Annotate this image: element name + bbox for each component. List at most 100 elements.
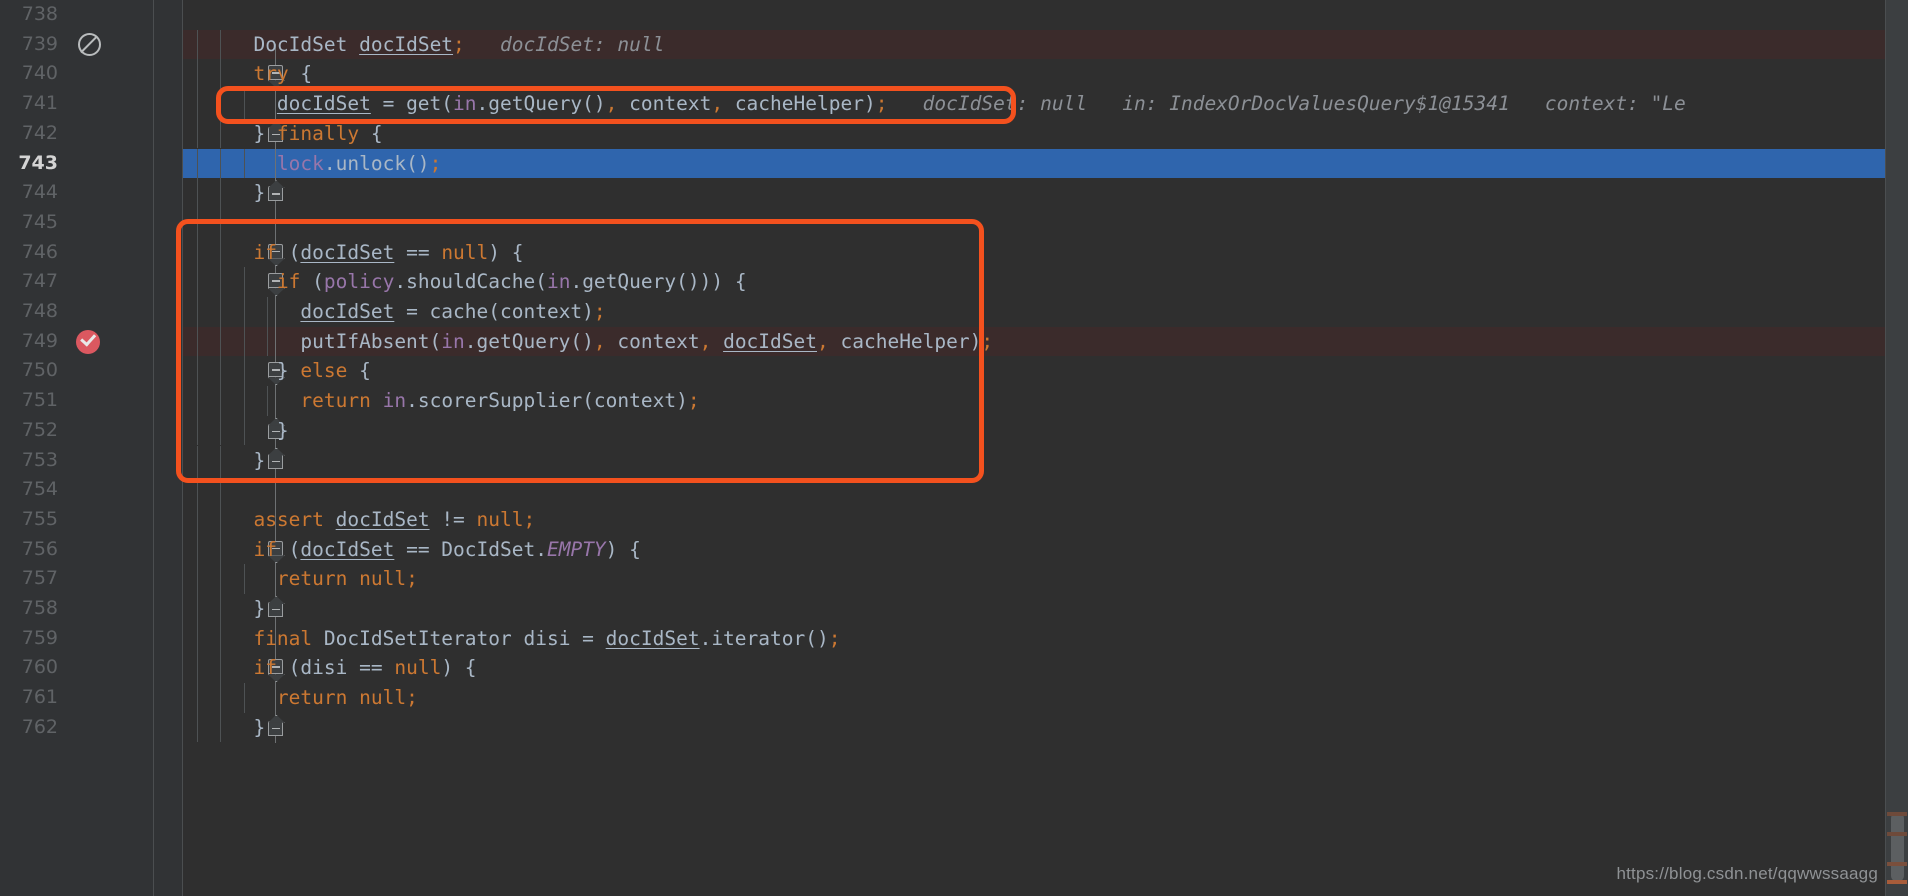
line-number: 739 <box>21 32 58 55</box>
code-line[interactable]: 747 if (policy.shouldCache(in.getQuery()… <box>0 267 1908 297</box>
line-text[interactable]: docIdSet = cache(context); <box>183 297 605 327</box>
vertical-scrollbar[interactable] <box>1886 0 1908 896</box>
line-text[interactable]: docIdSet = get(in.getQuery(), context, c… <box>183 89 1686 119</box>
code-line[interactable]: 756 if (docIdSet == DocIdSet.EMPTY) { <box>0 534 1908 565</box>
line-text[interactable]: } <box>183 446 265 476</box>
code-token-loc: docIdSet <box>276 92 371 116</box>
code-line[interactable]: 757 return null; <box>0 564 1908 594</box>
line-number: 750 <box>21 359 58 382</box>
line-text[interactable]: if (disi == null) { <box>183 653 476 683</box>
line-text[interactable]: } else { <box>183 356 371 386</box>
code-token-sem: ; <box>981 329 994 353</box>
fold-region-end-icon[interactable] <box>268 602 283 617</box>
code-token-txt: cacheHelper) <box>828 329 982 353</box>
line-text[interactable]: if (docIdSet == null) { <box>183 238 524 268</box>
code-line[interactable]: 740 try { <box>0 59 1908 90</box>
code-token-sem: ; <box>523 507 536 531</box>
code-line[interactable]: 748 docIdSet = cache(context); <box>0 297 1908 327</box>
code-token-txt: } <box>183 121 277 145</box>
line-text[interactable]: DocIdSet docIdSet; docIdSet: null <box>183 30 664 60</box>
code-token-fld: in <box>453 92 477 116</box>
code-token-loc: docIdSet <box>300 300 395 323</box>
marker-warning-4[interactable] <box>1887 880 1907 884</box>
fold-region-end-icon[interactable] <box>268 186 283 202</box>
code-token-txt: { <box>288 62 313 86</box>
code-token-kw: return <box>276 686 348 710</box>
code-line[interactable]: 741 docIdSet = get(in.getQuery(), contex… <box>0 89 1908 119</box>
code-token-txt: ) { <box>488 240 524 264</box>
line-text[interactable]: } <box>183 594 265 624</box>
code-token-sem: , <box>817 329 829 353</box>
marker-warning-1[interactable] <box>1887 812 1907 816</box>
code-editor[interactable]: 738 739 DocIdSet docIdSet; docIdSet: null… <box>0 0 1908 896</box>
code-line[interactable]: 745 <box>0 207 1908 238</box>
line-text[interactable]: assert docIdSet != null; <box>183 505 535 535</box>
code-line[interactable]: 760 if (disi == null) { <box>0 653 1908 684</box>
line-number: 758 <box>21 597 58 619</box>
line-text[interactable]: if (policy.shouldCache(in.getQuery())) { <box>183 267 747 297</box>
line-text[interactable]: } finally { <box>183 119 382 149</box>
code-line[interactable]: 746 if (docIdSet == null) { <box>0 237 1908 268</box>
code-token-txt: } <box>183 597 266 620</box>
code-token-dbg: in: IndexOrDocValuesQuery$1@15341 contex… <box>1087 92 1686 116</box>
code-token-kw: if <box>276 270 301 294</box>
line-text[interactable]: final DocIdSetIterator disi = docIdSet.i… <box>183 624 840 654</box>
line-text[interactable]: } <box>183 178 265 208</box>
fold-region-end-icon[interactable] <box>268 453 283 469</box>
code-token-kw: null <box>394 656 442 680</box>
fold-region-end-icon[interactable] <box>268 720 283 736</box>
code-token-sem: , <box>711 92 724 116</box>
line-text[interactable]: return null; <box>183 683 418 713</box>
breakpoint-verified-icon[interactable] <box>76 329 100 354</box>
code-line[interactable]: 754 <box>0 475 1908 505</box>
code-token-loc: docIdSet <box>300 240 395 264</box>
line-text[interactable]: return null; <box>183 564 418 594</box>
line-number: 742 <box>21 121 58 144</box>
code-line[interactable]: 742 } finally { <box>0 118 1908 149</box>
scrollbar-thumb[interactable] <box>1891 812 1904 882</box>
code-token-txt: ( <box>300 270 324 294</box>
code-line[interactable]: 739 DocIdSet docIdSet; docIdSet: null <box>0 29 1908 60</box>
code-token-txt: = cache(context) <box>394 300 594 323</box>
code-line[interactable]: 750 } else { <box>0 356 1908 387</box>
code-token-txt: putIfAbsent( <box>183 329 442 353</box>
code-token-sem: ; <box>429 151 442 175</box>
code-line[interactable]: 752 } <box>0 415 1908 446</box>
breakpoint-disabled-icon[interactable] <box>78 32 101 56</box>
line-text[interactable]: lock.unlock(); <box>183 149 441 179</box>
code-line[interactable]: 755 assert docIdSet != null; <box>0 504 1908 535</box>
line-text[interactable]: if (docIdSet == DocIdSet.EMPTY) { <box>183 535 640 565</box>
code-token-fld: lock <box>276 151 324 175</box>
line-number: 760 <box>21 656 58 679</box>
code-line[interactable]: 759 final DocIdSetIterator disi = docIdS… <box>0 623 1908 654</box>
code-line[interactable]: 743 lock.unlock(); <box>0 148 1908 179</box>
code-token-kw: return <box>276 567 348 591</box>
line-text[interactable]: } <box>183 713 265 743</box>
line-text[interactable]: try { <box>183 59 312 89</box>
indent-guide <box>220 475 222 505</box>
code-token-txt: } <box>183 448 266 472</box>
code-line[interactable]: 738 <box>0 0 1908 30</box>
code-token-txt: } <box>183 181 266 205</box>
code-line[interactable]: 749 putIfAbsent(in.getQuery(), context, … <box>0 326 1908 357</box>
fold-rail-divider <box>182 0 183 896</box>
marker-warning-2[interactable] <box>1887 832 1907 836</box>
line-text[interactable]: putIfAbsent(in.getQuery(), context, docI… <box>183 327 993 357</box>
code-line[interactable]: 758 } <box>0 594 1908 624</box>
code-token-loc: docIdSet <box>300 537 395 561</box>
code-token-dbg: docIdSet: null <box>464 32 665 56</box>
code-line[interactable]: 762 } <box>0 712 1908 743</box>
code-folding-rail[interactable] <box>154 0 283 896</box>
line-text[interactable]: return in.scorerSupplier(context); <box>183 386 699 416</box>
marker-warning-3[interactable] <box>1887 862 1907 866</box>
code-line[interactable]: 744 } <box>0 178 1908 208</box>
code-line[interactable]: 761 return null; <box>0 683 1908 713</box>
line-text[interactable]: } <box>183 416 289 446</box>
code-line[interactable]: 751 return in.scorerSupplier(context); <box>0 386 1908 416</box>
code-line[interactable]: 753 } <box>0 445 1908 476</box>
code-token-txt: .getQuery() <box>464 329 594 353</box>
